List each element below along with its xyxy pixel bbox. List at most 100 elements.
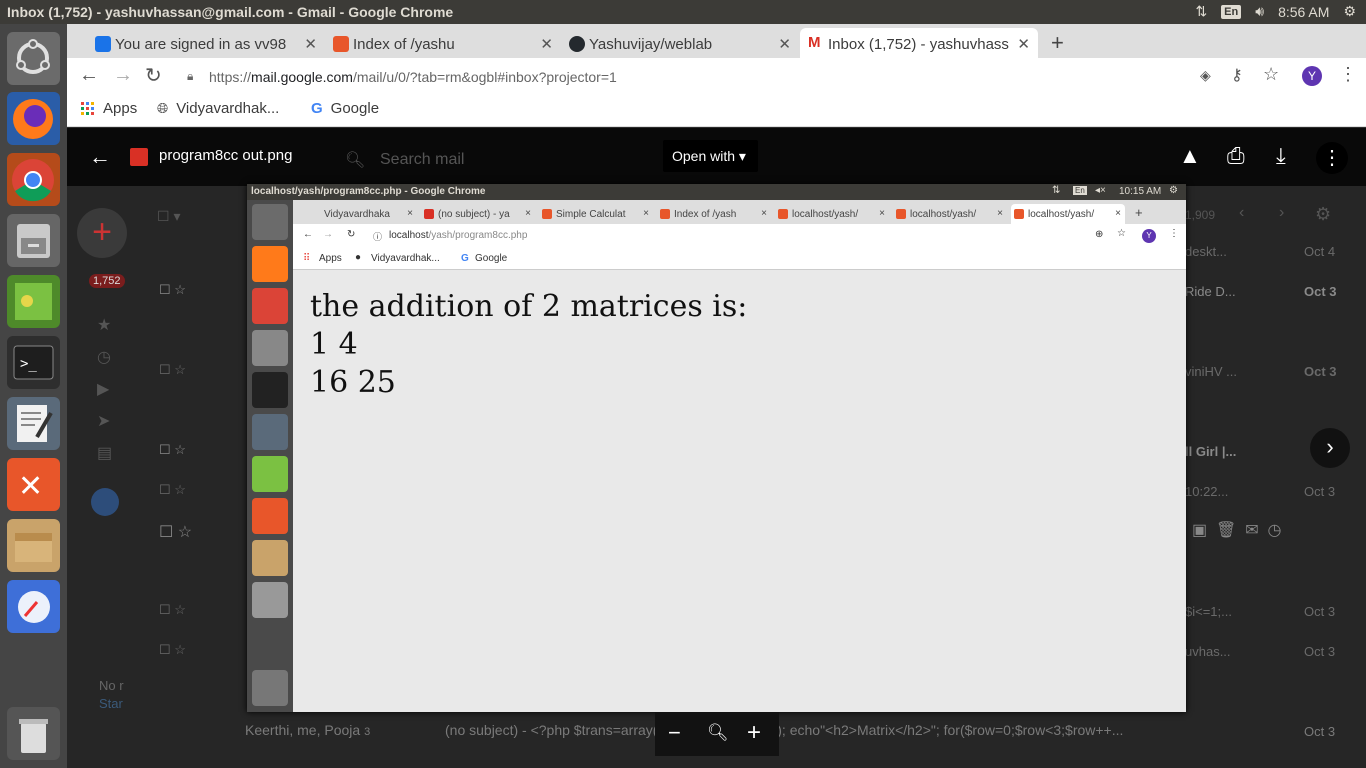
bookmark-label: Apps [103,100,138,117]
zoom-in-button[interactable]: + [747,719,761,747]
search-mail-input[interactable]: Search mail [380,151,464,169]
firefox-icon[interactable] [7,92,60,145]
inner-clock: 10:15 AM [1119,186,1162,197]
zoom-reset-icon[interactable]: 🔍︎ [707,723,729,743]
no-recent-chats: No r [99,678,124,693]
matrix-row-2: 16 25 [310,365,396,400]
gmail-icon: M [808,34,824,51]
xampp-icon[interactable]: ✕ [7,458,60,511]
inner-new-tab-icon: + [1135,205,1143,220]
svg-text:>_: >_ [20,356,37,372]
settings-gear-icon[interactable]: ⚙ [1343,3,1356,20]
keyboard-lang-indicator[interactable]: En [1221,4,1242,19]
print-icon[interactable]: ⎙ [1227,143,1245,169]
inner-terminal-icon [252,372,288,408]
zoom-controls: − 🔍︎ + [655,712,779,756]
ubuntu-dash-icon[interactable] [7,32,60,85]
inner-menu-icon: ⋮ [1169,228,1179,239]
chrome-icon[interactable] [7,153,60,206]
next-attachment-button[interactable]: › [1310,428,1350,468]
bookmark-apps[interactable]: Apps [81,100,137,117]
download-icon[interactable]: ⤓ [1276,143,1286,169]
inner-bookmark-google: Google [475,253,508,264]
bookmark-star-icon[interactable]: ☆ [1263,64,1279,85]
inner-camera-icon [252,582,288,618]
tab-close-icon[interactable]: ✕ [778,35,791,53]
bookmark-vidyavardhak[interactable]: 🌐︎ Vidyavardhak... [157,100,279,117]
next-page-icon[interactable]: › [1279,204,1284,222]
inner-chrome-icon [252,288,288,324]
url-host: mail.google.com [251,69,353,85]
trash-icon[interactable] [7,707,60,760]
inner-url-host: localhost [389,230,429,241]
inner-tab: localhost/yash/× [893,204,1007,224]
tab-close-icon[interactable]: ✕ [1017,35,1030,53]
select-all-checkbox[interactable]: ☐ ▾ [157,208,180,225]
result-heading: the addition of 2 matrices is: [310,289,748,324]
inner-page-content: the addition of 2 matrices is: 1 4 16 25 [293,271,1186,712]
more-options-icon[interactable]: ⋮ [1316,142,1348,174]
geany-icon[interactable] [7,275,60,328]
screenshot-tool-icon[interactable] [7,580,60,633]
inner-bookmarks-bar: ⠿ Apps ● Vidyavardhak... G Google [293,248,1186,270]
inner-google-icon: G [461,253,469,264]
profile-avatar[interactable]: Y [1302,66,1322,86]
zoom-out-button[interactable]: − [668,720,681,746]
bookmark-label: Google [330,100,380,117]
tab-close-icon[interactable]: ✕ [304,35,317,53]
browser-toolbar: ← → ↻ 🔒︎ https://mail.google.com/mail/u/… [67,58,1366,94]
key-icon[interactable]: ⚷ [1231,65,1243,85]
open-with-button[interactable]: Open with ▾ [663,140,758,172]
forward-button[interactable]: → [113,64,133,87]
tab-index-yashu[interactable]: Index of /yashu ✕ [325,28,561,58]
gmail-settings-icon[interactable]: ⚙ [1315,204,1331,225]
prev-page-icon[interactable]: ‹ [1239,204,1244,222]
bookmark-label: Vidyavardhak... [176,100,280,117]
tab-inbox[interactable]: M Inbox (1,752) - yashuvhass ✕ [800,28,1038,58]
back-button[interactable]: ← [79,64,99,87]
new-tab-button[interactable]: + [1051,30,1064,56]
inner-tab: Vidyavardhaka × [324,208,413,220]
tab-favicon-icon [95,36,111,52]
inner-launcher [247,200,293,712]
network-icon[interactable]: ⇅ [1195,3,1207,20]
mail-count: 1,909 [1185,208,1216,222]
search-icon: 🔍︎ [345,152,366,169]
tab-label: Yashuvijay/weblab [589,36,713,53]
tab-close-icon[interactable]: ✕ [540,35,553,53]
inner-address-bar: ← → ↻ ⓘ localhost/yash/program8cc.php ⊕ … [293,224,1186,248]
bookmark-google[interactable]: G Google [311,100,379,117]
tab-github-weblab[interactable]: Yashuvijay/weblab ✕ [561,28,799,58]
lock-icon: 🔒︎ [187,69,194,83]
start-chat-link[interactable]: Star [99,696,123,711]
attachment-viewer-bar: ← program8cc out.png 🔍︎ Search mail Open… [67,128,1366,186]
attachment-image: localhost/yash/program8cc.php - Google C… [247,184,1186,712]
inner-zoom-icon: ⊕ [1095,229,1104,240]
os-top-bar: Inbox (1,752) - yashuvhassan@gmail.com -… [0,0,1366,24]
clock[interactable]: 8:56 AM [1278,4,1329,20]
inner-files-icon [252,330,288,366]
files-icon[interactable] [7,214,60,267]
url-path: /mail/u/0/?tab=rm&ogbl#inbox?projector=1 [352,69,617,85]
inner-dash-icon [252,204,288,240]
address-bar[interactable]: 🔒︎ https://mail.google.com/mail/u/0/?tab… [187,62,1247,90]
terminal-icon[interactable]: >_ [7,336,60,389]
tab-label: You are signed in as vv98 [115,36,287,53]
launcher: >_ ✕ [0,24,67,768]
view-site-info-icon[interactable]: ◈ [1200,67,1211,84]
inner-volume-icon: ◂× [1095,185,1106,196]
add-to-drive-icon[interactable]: ▲ [1179,143,1201,169]
email-date: Oct 3 [1304,724,1336,739]
reload-button[interactable]: ↻ [145,63,162,88]
chrome-menu-icon[interactable]: ⋮ [1339,64,1357,85]
svg-text:✕: ✕ [18,469,43,504]
archive-icon[interactable] [7,519,60,572]
tab-signed-in[interactable]: You are signed in as vv98 ✕ [87,28,325,58]
volume-icon[interactable]: 🔊︎ [1255,3,1264,20]
inner-lang: En [1073,186,1087,195]
matrix-row-1: 1 4 [310,327,358,362]
inner-star-icon: ☆ [1117,228,1126,239]
text-editor-icon[interactable] [7,397,60,450]
close-viewer-back-icon[interactable]: ← [89,144,111,170]
inner-bookmark-vidyavardhak: Vidyavardhak... [371,253,440,264]
